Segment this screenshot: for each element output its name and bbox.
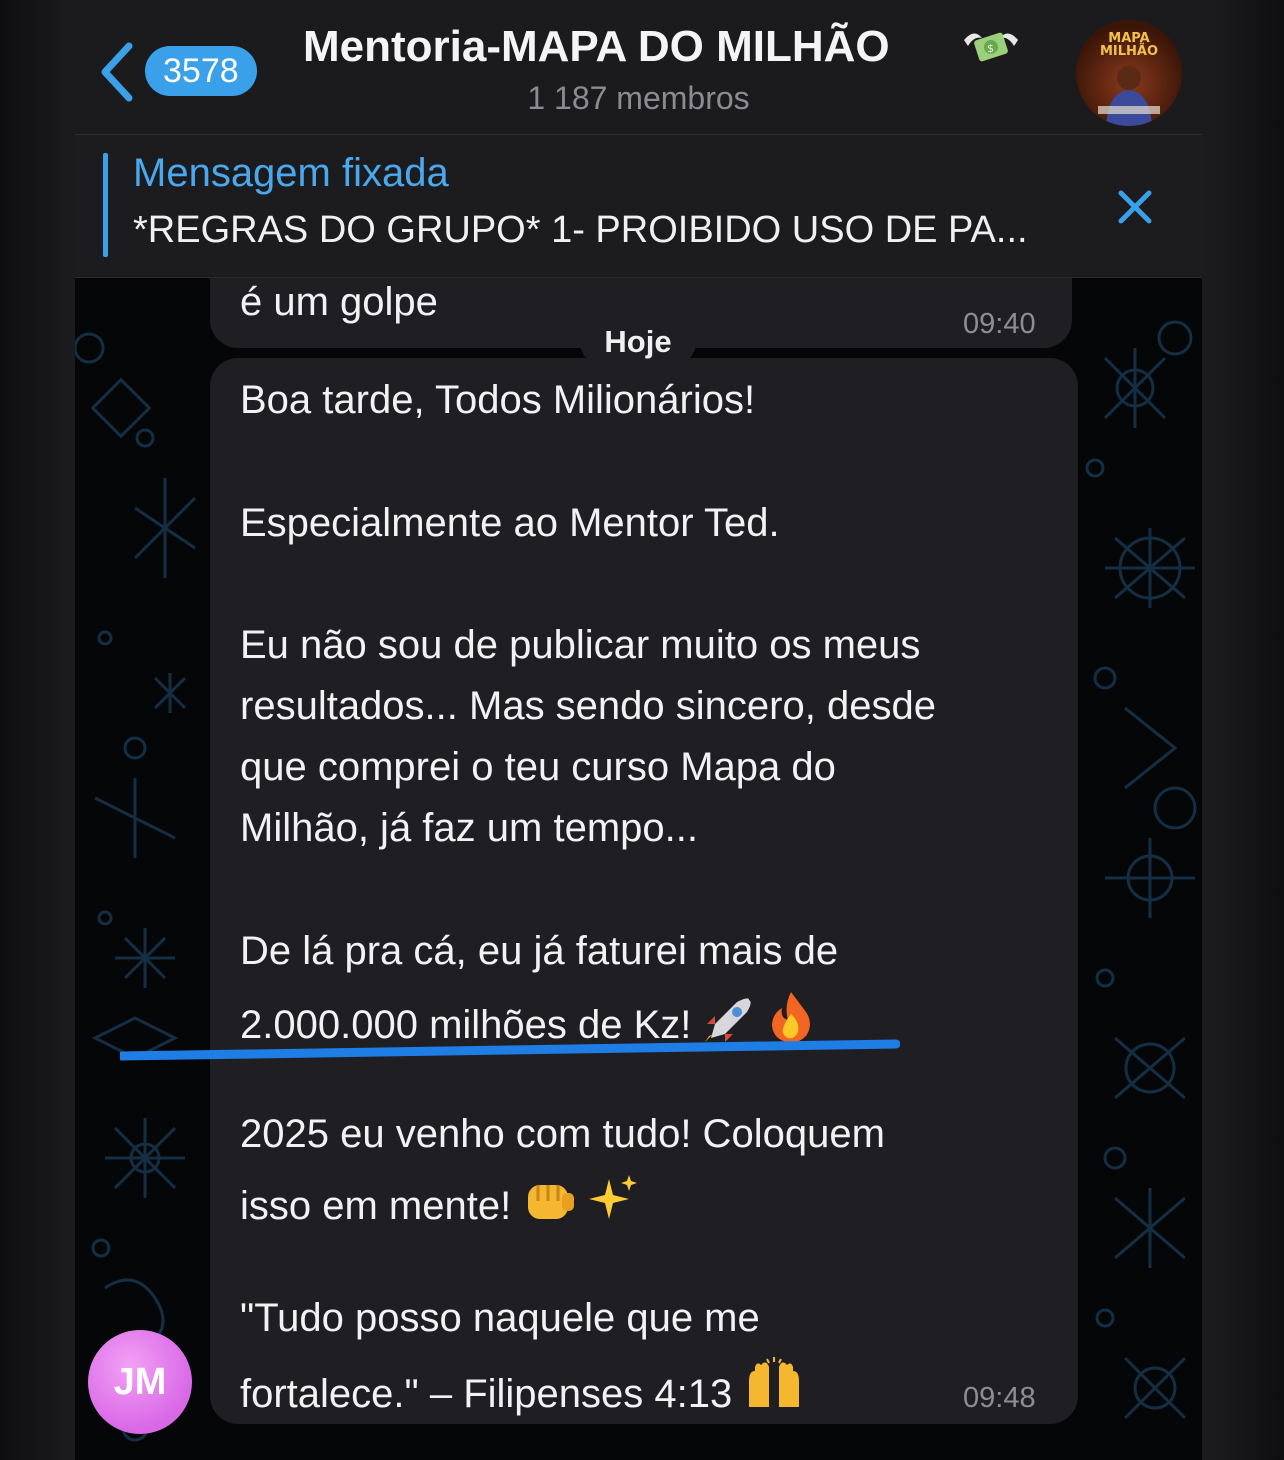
chat-title[interactable]: Mentoria-MAPA DO MILHÃO (303, 22, 890, 72)
previous-message-time: 09:40 (963, 308, 1036, 340)
message-line: Boa tarde, Todos Milionários! (240, 378, 756, 422)
message-line: 2025 eu venho com tudo! Coloquem (240, 1112, 885, 1156)
message-line: De lá pra cá, eu já faturei mais de (240, 929, 839, 973)
fist-emoji (528, 1185, 575, 1219)
money-with-wings-icon: $ (964, 32, 1018, 62)
member-count: 1 187 membros (527, 80, 750, 116)
pinned-accent-bar (103, 153, 108, 257)
group-avatar[interactable]: MAPA MILHÃO (1076, 20, 1182, 126)
message-line-with-emoji: isso em mente! (240, 1173, 639, 1229)
pinned-text: *REGRAS DO GRUPO* 1- PROIBIDO USO DE PA.… (133, 209, 1028, 251)
pinned-message-bar[interactable]: Mensagem fixada *REGRAS DO GRUPO* 1- PRO… (75, 135, 1202, 278)
message-line: Eu não sou de publicar muito os meus (240, 623, 921, 667)
message-line-text: isso em mente! (240, 1184, 512, 1228)
close-icon[interactable] (1113, 185, 1157, 229)
message-line: que comprei o teu curso Mapa do (240, 745, 836, 789)
avatar-figure (1098, 66, 1160, 126)
pinned-label: Mensagem fixada (133, 151, 449, 195)
message-line-text: fortalece." – Filipenses 4:13 (240, 1372, 733, 1416)
highlight-underline (120, 1039, 900, 1061)
day-separator: Hoje (580, 318, 696, 366)
sparkles-emoji (589, 1175, 638, 1219)
message-line: "Tudo posso naquele que me (240, 1296, 760, 1340)
message-time: 09:48 (963, 1382, 1036, 1414)
raising-hands-emoji (749, 1357, 800, 1407)
message-line: resultados... Mas sendo sincero, desde (240, 684, 936, 728)
sender-avatar[interactable]: JM (88, 1330, 192, 1434)
message-line-with-emoji: fortalece." – Filipenses 4:13 (240, 1357, 805, 1417)
chat-area[interactable]: é um golpe 09:40 Hoje Boa tarde, Todos M… (75, 278, 1202, 1460)
message-line: Especialmente ao Mentor Ted. (240, 501, 780, 545)
svg-text:$: $ (987, 42, 994, 55)
previous-message-text: é um golpe (240, 280, 438, 324)
chat-header: 3578 Mentoria-MAPA DO MILHÃO $ 1 187 mem… (75, 0, 1202, 135)
message-line: Milhão, já faz um tempo... (240, 806, 698, 850)
